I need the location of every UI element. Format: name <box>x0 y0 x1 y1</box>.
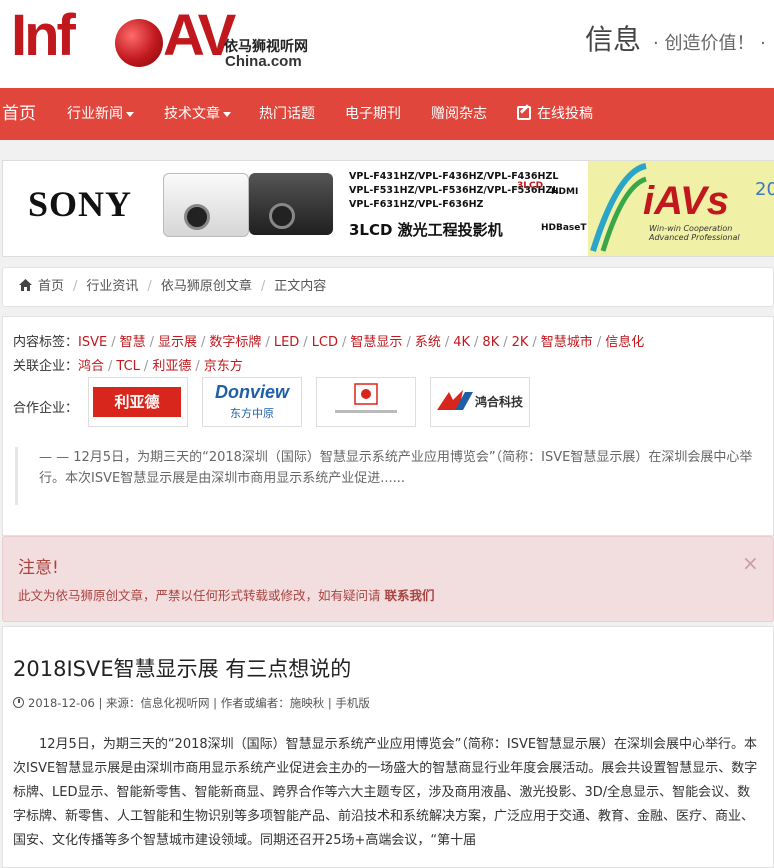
seal-logo-icon <box>335 383 397 413</box>
clock-icon <box>13 697 24 708</box>
3lcd-logo: 3LCD <box>517 181 544 191</box>
home-icon <box>19 279 32 291</box>
site-logo[interactable]: Inf AV 依马狮视听网 China.com <box>3 0 322 80</box>
tag-link[interactable]: ISVE <box>78 335 107 350</box>
article-body: 12月5日，为期三天的“2018深圳（国际）智慧显示系统产业应用博览会”（简称：… <box>13 737 758 848</box>
contact-us-link[interactable]: 联系我们 <box>385 588 435 603</box>
tag-link[interactable]: 8K <box>482 335 499 350</box>
tag-link[interactable]: 显示展 <box>158 335 197 350</box>
tag-link[interactable]: 智慧 <box>120 335 146 350</box>
site-header: Inf AV 依马狮视听网 China.com 信息 · 创造价值！ · <box>0 0 774 88</box>
related-companies-row: 关联企业：鸿合 / TCL / 利亚德 / 京东方 <box>13 359 243 374</box>
breadcrumb-current: 正文内容 <box>274 279 327 294</box>
honghe-mark-icon <box>437 390 473 410</box>
alert-text: 此文为依马狮原创文章，严禁以任何形式转载或修改，如有疑问请 联系我们 <box>18 585 435 604</box>
partner-logo-text: Donview <box>214 382 289 402</box>
partner-logo-seal[interactable] <box>316 377 416 427</box>
nav-home[interactable]: 首页 <box>2 88 36 140</box>
tag-link[interactable]: 智慧城市 <box>541 335 593 350</box>
product-name: 3LCD 激光工程投影机 <box>349 221 503 239</box>
main-nav: 首页 行业新闻 技术文章 热门话题 电子期刊 赠阅杂志 在线投稿 <box>0 88 774 140</box>
nav-tech-articles[interactable]: 技术文章 <box>164 88 231 140</box>
partner-logo-text: 利亚德 <box>93 387 181 417</box>
ivs-year: 20 <box>755 179 774 200</box>
nav-hot-topics[interactable]: 热门话题 <box>259 88 315 140</box>
tag-link[interactable]: 系统 <box>415 335 441 350</box>
partner-logo-honghe[interactable]: 鸿合科技 <box>430 377 530 427</box>
tag-link[interactable]: 信息化 <box>605 335 644 350</box>
ivs-swirl-icon <box>590 163 647 252</box>
meta-text: 2018-12-06 | 来源：信息化视听网 | 作者或编者：施映秋 | 手机版 <box>28 696 370 710</box>
nav-label: 在线投稿 <box>537 106 593 122</box>
company-link[interactable]: TCL <box>116 359 140 374</box>
logo-info-text: Inf <box>11 3 76 68</box>
caret-down-icon <box>223 111 231 117</box>
partner-logo-leyard[interactable]: 利亚德 <box>88 377 188 427</box>
alert-title: 注意! <box>18 558 59 578</box>
tag-link[interactable]: LCD <box>312 335 338 350</box>
nav-submit-online[interactable]: 在线投稿 <box>517 88 593 140</box>
breadcrumb: 首页 / 行业资讯 / 依马狮原创文章 / 正文内容 <box>2 267 774 307</box>
tag-link[interactable]: 数字标牌 <box>209 335 261 350</box>
copyright-alert: 注意! 此文为依马狮原创文章，严禁以任何形式转载或修改，如有疑问请 联系我们 × <box>2 536 774 622</box>
hdmi-logo: HDMI <box>551 187 579 197</box>
caret-down-icon <box>126 111 134 117</box>
projector-black-image <box>249 173 333 235</box>
logo-domain: China.com <box>225 53 302 70</box>
edit-icon <box>517 106 531 120</box>
ivs-tagline: Win-win Cooperation Advanced Professiona… <box>649 224 740 242</box>
breadcrumb-industry[interactable]: 行业资讯 <box>86 279 138 294</box>
article-meta: 2018-12-06 | 来源：信息化视听网 | 作者或编者：施映秋 | 手机版 <box>13 695 370 711</box>
nav-label: 行业新闻 <box>67 106 123 122</box>
logo-globe-icon <box>115 19 163 67</box>
projector-models: VPL-F431HZ/VPL-F436HZ/VPL-F436HZL VPL-F5… <box>349 171 559 210</box>
article: 2018ISVE智慧显示展 有三点想说的 2018-12-06 | 来源：信息化… <box>2 626 774 868</box>
tag-link[interactable]: 智慧显示 <box>350 335 402 350</box>
company-link[interactable]: 利亚德 <box>152 359 191 374</box>
logo-av-text: AV <box>163 3 236 68</box>
company-link[interactable]: 鸿合 <box>78 359 104 374</box>
header-title: 信息 <box>585 23 642 56</box>
ivs-logo: iAVs <box>643 179 729 223</box>
nav-industry-news[interactable]: 行业新闻 <box>67 88 134 140</box>
partner-logo-donview[interactable]: Donview 东方中原 <box>202 377 302 427</box>
nav-free-magazine[interactable]: 赠阅杂志 <box>431 88 487 140</box>
partner-logo-text: 鸿合科技 <box>475 395 524 409</box>
article-title: 2018ISVE智慧显示展 有三点想说的 <box>13 657 352 681</box>
close-icon[interactable]: × <box>742 551 759 575</box>
content-tags-row: 内容标签：ISVE / 智慧 / 显示展 / 数字标牌 / LED / LCD / 智慧显示 / 系统/4K… <box>13 335 645 350</box>
breadcrumb-home[interactable]: 首页 <box>38 279 64 294</box>
sony-logo: SONY <box>28 184 133 224</box>
partners-label: 合作企业： <box>13 401 79 416</box>
hdbaset-logo: HDBaseT <box>541 223 587 233</box>
tag-link[interactable]: LED <box>274 335 299 350</box>
breadcrumb-original[interactable]: 依马狮原创文章 <box>161 279 252 294</box>
ad-banner[interactable]: SONY VPL-F431HZ/VPL-F436HZ/VPL-F436HZL V… <box>2 160 774 257</box>
tag-link[interactable]: 2K <box>512 335 529 350</box>
alert-message: 此文为依马狮原创文章，严禁以任何形式转载或修改，如有疑问请 <box>18 588 381 603</box>
nav-e-journal[interactable]: 电子期刊 <box>345 88 401 140</box>
nav-label: 技术文章 <box>164 106 220 122</box>
article-tags-panel: 内容标签：ISVE / 智慧 / 显示展 / 数字标牌 / LED / LCD / 智慧显示 / 系统/4K… <box>2 316 774 536</box>
article-summary: — — 12月5日，为期三天的“2018深圳（国际）智慧显示系统产业应用博览会”… <box>15 447 774 505</box>
tag-link[interactable]: 4K <box>453 335 470 350</box>
projector-white-image <box>163 173 249 237</box>
header-slogan: · 创造价值！ · <box>653 33 766 54</box>
company-link[interactable]: 京东方 <box>204 359 243 374</box>
partner-logo-subtext: 东方中原 <box>230 407 274 420</box>
tags-label: 内容标签： <box>13 335 79 350</box>
companies-label: 关联企业： <box>13 359 79 374</box>
